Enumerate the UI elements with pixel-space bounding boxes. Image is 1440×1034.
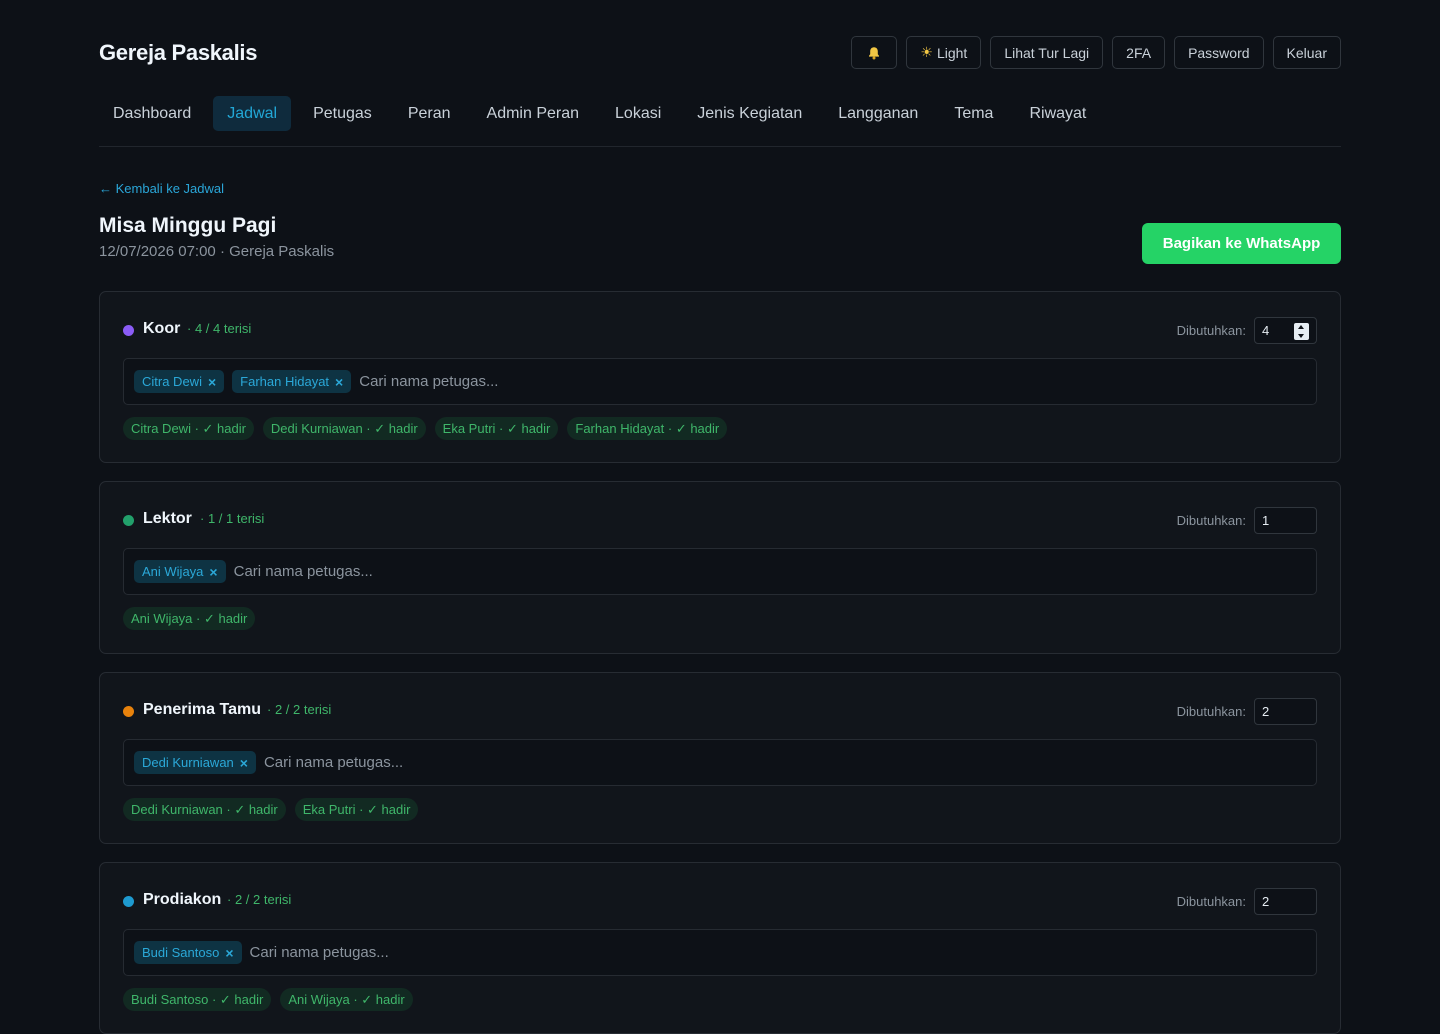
nav-dashboard[interactable]: Dashboard [99, 96, 205, 131]
fill-status: · 4 / 4 terisi [187, 321, 252, 336]
nav-lokasi[interactable]: Lokasi [601, 96, 675, 131]
app-title: Gereja Paskalis [99, 40, 258, 65]
attendance-badge: Ani Wijaya · ✓ hadir [123, 607, 256, 630]
role-color-dot [123, 325, 134, 336]
attendance-list: Dedi Kurniawan · ✓ hadir Eka Putri · ✓ h… [123, 798, 419, 821]
search-petugas-input[interactable] [359, 359, 1316, 404]
remove-icon[interactable]: × [208, 375, 216, 389]
attendance-list: Ani Wijaya · ✓ hadir [123, 607, 256, 630]
role-card-prodiakon: Prodiakon · 2 / 2 terisi Dibutuhkan: 2 B… [99, 862, 1341, 1034]
role-name: Prodiakon [143, 891, 222, 908]
bell-icon [869, 46, 880, 59]
fill-status: · 2 / 2 terisi [267, 702, 332, 717]
role-color-dot [123, 706, 134, 717]
notifications-button[interactable] [851, 36, 898, 69]
attendance-badge: Dedi Kurniawan · ✓ hadir [123, 798, 286, 821]
needed-input[interactable]: 1 [1254, 507, 1317, 534]
nav-jenis-kegiatan[interactable]: Jenis Kegiatan [683, 96, 816, 131]
assigned-chip[interactable]: Citra Dewi × [134, 370, 225, 393]
logout-button[interactable]: Keluar [1272, 36, 1341, 69]
fill-status: · 2 / 2 terisi [227, 892, 292, 907]
remove-icon[interactable]: × [225, 946, 233, 960]
needed-value: 4 [1262, 323, 1270, 338]
needed-value: 2 [1262, 894, 1270, 909]
nav-langganan[interactable]: Langganan [824, 96, 932, 131]
needed-value: 1 [1262, 513, 1270, 528]
nav-peran[interactable]: Peran [394, 96, 465, 131]
remove-icon[interactable]: × [240, 756, 248, 770]
needed-input[interactable]: 2 [1254, 888, 1317, 915]
main-nav: Dashboard Jadwal Petugas Peran Admin Per… [99, 96, 1104, 131]
role-name: Penerima Tamu [143, 701, 261, 718]
chip-label: Dedi Kurniawan [142, 755, 234, 770]
nav-divider [99, 146, 1341, 147]
chip-label: Budi Santoso [142, 945, 220, 960]
needed-label: Dibutuhkan: [1176, 894, 1246, 909]
attendance-badge: Eka Putri · ✓ hadir [294, 798, 419, 821]
stepper-icon[interactable] [1294, 323, 1309, 340]
chip-label: Ani Wijaya [142, 564, 204, 579]
theme-label: Light [936, 44, 968, 61]
needed-label: Dibutuhkan: [1176, 323, 1246, 338]
role-name: Koor [143, 320, 181, 337]
attendance-list: Citra Dewi · ✓ hadir Dedi Kurniawan · ✓ … [123, 417, 728, 440]
password-button[interactable]: Password [1174, 36, 1264, 69]
assigned-chip[interactable]: Ani Wijaya × [134, 560, 226, 583]
fill-status: · 1 / 1 terisi [200, 511, 265, 526]
nav-petugas[interactable]: Petugas [299, 96, 386, 131]
tour-button[interactable]: Lihat Tur Lagi [990, 36, 1104, 69]
role-card-penerima-tamu: Penerima Tamu · 2 / 2 terisi Dibutuhkan:… [99, 672, 1341, 844]
app-header: Gereja Paskalis ☀ Light Lihat Tur Lagi 2… [99, 36, 1341, 69]
needed-input[interactable]: 2 [1254, 698, 1317, 725]
role-card-koor: Koor · 4 / 4 terisi Dibutuhkan: 4 Citra … [99, 291, 1341, 463]
share-whatsapp-button[interactable]: Bagikan ke WhatsApp [1142, 223, 1341, 264]
nav-tema[interactable]: Tema [940, 96, 1007, 131]
assigned-chip[interactable]: Budi Santoso × [134, 941, 242, 964]
role-name: Lektor [143, 510, 192, 527]
needed-label: Dibutuhkan: [1176, 513, 1246, 528]
assigned-chip[interactable]: Farhan Hidayat × [232, 370, 352, 393]
attendance-badge: Farhan Hidayat · ✓ hadir [567, 417, 728, 440]
attendance-badge: Eka Putri · ✓ hadir [434, 417, 559, 440]
attendance-badge: Citra Dewi · ✓ hadir [123, 417, 254, 440]
petugas-picker: Dedi Kurniawan × [123, 739, 1317, 786]
theme-toggle-button[interactable]: ☀ Light [906, 36, 982, 69]
nav-riwayat[interactable]: Riwayat [1015, 96, 1100, 131]
twofa-button[interactable]: 2FA [1112, 36, 1166, 69]
remove-icon[interactable]: × [209, 565, 217, 579]
needed-value: 2 [1262, 704, 1270, 719]
assigned-chip[interactable]: Dedi Kurniawan × [134, 751, 256, 774]
chip-label: Citra Dewi [142, 374, 202, 389]
petugas-picker: Citra Dewi × Farhan Hidayat × [123, 358, 1317, 405]
needed-input[interactable]: 4 [1254, 317, 1317, 344]
search-petugas-input[interactable] [233, 549, 1316, 594]
remove-icon[interactable]: × [335, 375, 343, 389]
role-card-lektor: Lektor · 1 / 1 terisi Dibutuhkan: 1 Ani … [99, 481, 1341, 654]
role-color-dot [123, 896, 134, 907]
back-link[interactable]: ← Kembali ke Jadwal [99, 181, 224, 196]
search-petugas-input[interactable] [263, 740, 1316, 785]
nav-admin-peran[interactable]: Admin Peran [473, 96, 594, 131]
needed-label: Dibutuhkan: [1176, 704, 1246, 719]
petugas-picker: Budi Santoso × [123, 929, 1317, 976]
nav-jadwal[interactable]: Jadwal [213, 96, 292, 131]
petugas-picker: Ani Wijaya × [123, 548, 1317, 595]
sun-icon: ☀ [920, 44, 933, 60]
page-subtitle: 12/07/2026 07:00 · Gereja Paskalis [99, 243, 335, 260]
chip-label: Farhan Hidayat [240, 374, 330, 389]
attendance-badge: Dedi Kurniawan · ✓ hadir [262, 417, 426, 440]
page-title: Misa Minggu Pagi [99, 214, 277, 237]
role-color-dot [123, 515, 134, 526]
search-petugas-input[interactable] [249, 930, 1316, 975]
